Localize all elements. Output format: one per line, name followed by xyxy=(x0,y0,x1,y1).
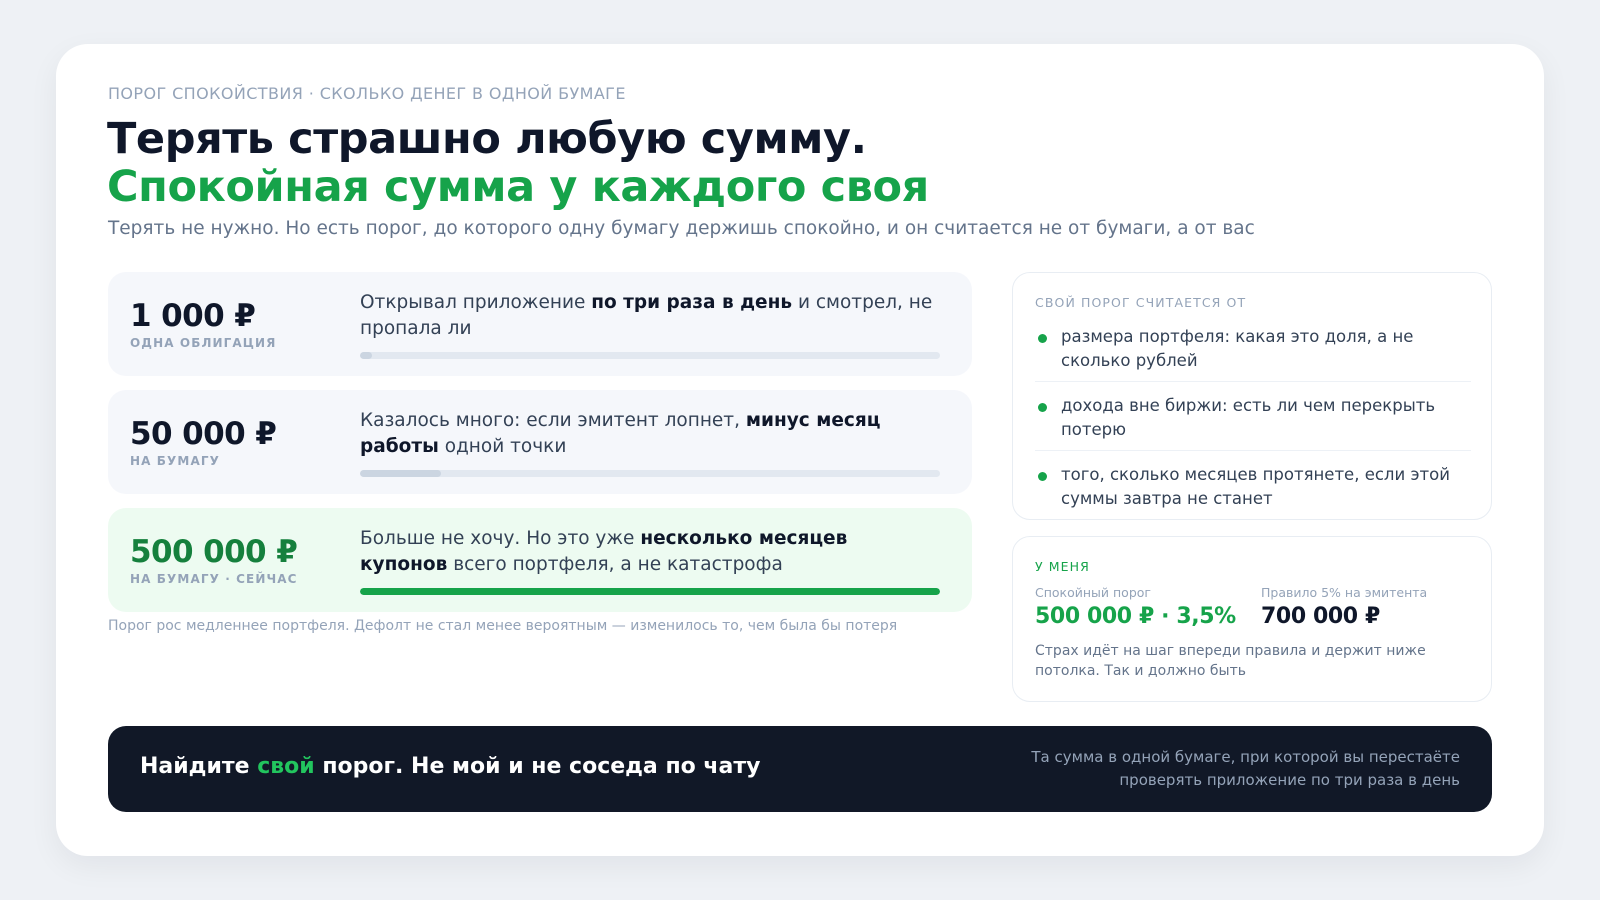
my-numbers-card: У МЕНЯ Спокойный порог 500 000 ₽ · 3,5% … xyxy=(1012,536,1492,702)
factor-list: размера портфеля: какая это доля, а не с… xyxy=(1035,325,1471,531)
threshold-row-50000: 50 000 ₽ НА БУМАГУ Казалось много: если … xyxy=(108,390,972,494)
factor-text: дохода вне биржи: есть ли чем перекрыть … xyxy=(1061,396,1436,439)
factors-card: СВОЙ ПОРОГ СЧИТАЕТСЯ ОТ размера портфеля… xyxy=(1012,272,1492,520)
row-amount-label: НА БУМАГУ · СЕЙЧАС xyxy=(130,572,298,586)
row-progress-track xyxy=(360,352,940,359)
row-description: Открывал приложение по три раза в день и… xyxy=(360,292,933,339)
factor-item: размера портфеля: какая это доля, а не с… xyxy=(1035,325,1471,382)
banner-accent-word: свой xyxy=(257,754,315,779)
threshold-rows: 1 000 ₽ ОДНА ОБЛИГАЦИЯ Открывал приложен… xyxy=(108,272,972,626)
factor-item: дохода вне биржи: есть ли чем перекрыть … xyxy=(1035,394,1471,451)
row-description: Больше не хочу. Но это уже несколько мес… xyxy=(360,528,848,575)
row-progress-fill xyxy=(360,352,372,359)
footnote: Порог рос медленнее портфеля. Дефолт не … xyxy=(108,618,898,634)
factor-item: того, сколько месяцев протянете, если эт… xyxy=(1035,463,1471,519)
bullet-dot-icon xyxy=(1038,403,1047,412)
row-amount: 500 000 ₽ xyxy=(130,534,298,570)
row-amount-label: НА БУМАГУ xyxy=(130,454,220,468)
factor-text: того, сколько месяцев протянете, если эт… xyxy=(1061,465,1450,508)
row-amount: 1 000 ₽ xyxy=(130,298,256,334)
bullet-dot-icon xyxy=(1038,472,1047,481)
row-amount-label: ОДНА ОБЛИГАЦИЯ xyxy=(130,336,277,350)
banner-headline: Найдите свой порог. Не мой и не соседа п… xyxy=(140,754,761,779)
title-line-1: Терять страшно любую сумму. xyxy=(107,114,867,164)
stat-value: 700 000 ₽ xyxy=(1261,604,1380,629)
threshold-row-1000: 1 000 ₽ ОДНА ОБЛИГАЦИЯ Открывал приложен… xyxy=(108,272,972,376)
row-amount: 50 000 ₽ xyxy=(130,416,277,452)
stat-label: Правило 5% на эмитента xyxy=(1261,585,1428,600)
my-numbers-heading: У МЕНЯ xyxy=(1035,559,1090,574)
row-progress-fill xyxy=(360,470,442,477)
threshold-row-500000: 500 000 ₽ НА БУМАГУ · СЕЙЧАС Больше не х… xyxy=(108,508,972,612)
row-progress-track xyxy=(360,470,940,477)
bullet-dot-icon xyxy=(1038,334,1047,343)
subtitle: Терять не нужно. Но есть порог, до котор… xyxy=(108,218,1255,239)
call-to-action-banner: Найдите свой порог. Не мой и не соседа п… xyxy=(108,726,1492,812)
row-progress-fill xyxy=(360,588,940,595)
title-line-2: Спокойная сумма у каждого своя xyxy=(107,162,929,212)
main-card: ПОРОГ СПОКОЙСТВИЯ · СКОЛЬКО ДЕНЕГ В ОДНО… xyxy=(56,44,1544,856)
factor-text: размера портфеля: какая это доля, а не с… xyxy=(1061,327,1414,370)
calm-threshold-stat: Спокойный порог 500 000 ₽ · 3,5% xyxy=(1035,585,1236,629)
issuer-rule-stat: Правило 5% на эмитента 700 000 ₽ xyxy=(1261,585,1427,629)
stat-value: 500 000 ₽ · 3,5% xyxy=(1035,604,1236,629)
factors-heading: СВОЙ ПОРОГ СЧИТАЕТСЯ ОТ xyxy=(1035,295,1247,310)
row-progress-track xyxy=(360,588,940,595)
banner-note: Та сумма в одной бумаге, при которой вы … xyxy=(1031,748,1460,789)
my-numbers-note: Страх идёт на шаг впереди правила и держ… xyxy=(1035,643,1426,679)
eyebrow: ПОРОГ СПОКОЙСТВИЯ · СКОЛЬКО ДЕНЕГ В ОДНО… xyxy=(108,84,626,103)
stat-label: Спокойный порог xyxy=(1035,585,1151,600)
row-description: Казалось много: если эмитент лопнет, мин… xyxy=(360,410,881,457)
